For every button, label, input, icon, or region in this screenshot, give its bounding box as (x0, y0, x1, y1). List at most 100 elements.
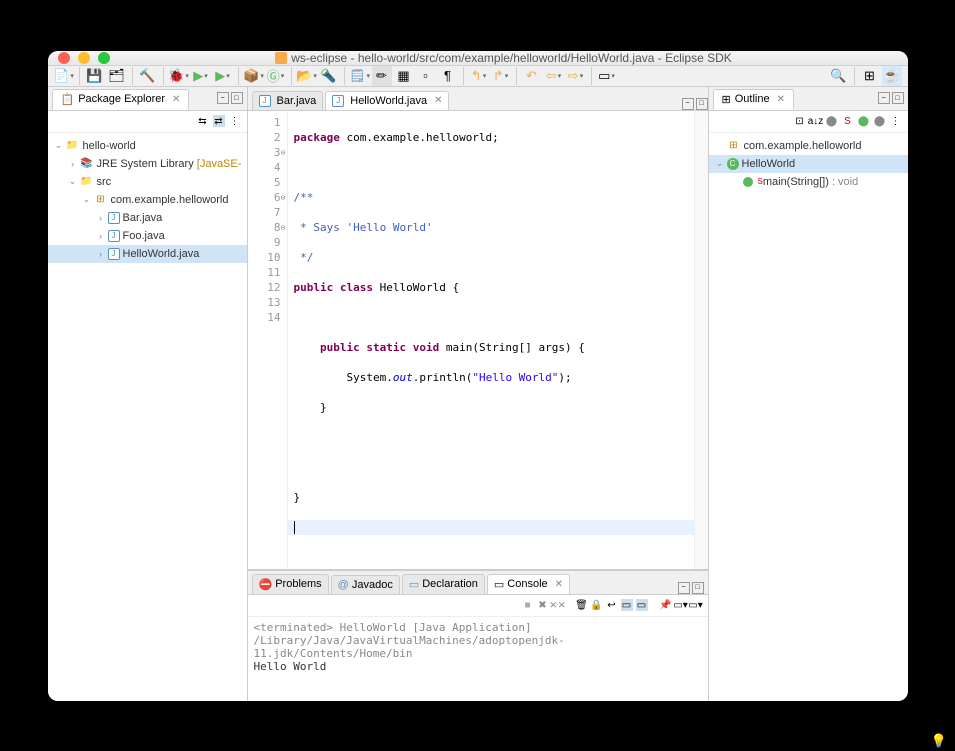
hide-fields-button[interactable]: ⬤ (826, 115, 838, 127)
quick-access-button[interactable]: 🔍 (829, 66, 849, 86)
toggle-block-button[interactable]: ▦ (394, 66, 414, 86)
view-menu-button[interactable]: ⋮ (229, 115, 241, 127)
file-foo-node[interactable]: ›JFoo.java (48, 227, 247, 245)
search-button[interactable]: 🔦 (319, 66, 339, 86)
window-title-text: ws-eclipse - hello-world/src/com/example… (291, 51, 732, 65)
outline-class-node[interactable]: ⌄CHelloWorld (709, 155, 908, 173)
pin-console-button[interactable]: 📌 (660, 599, 672, 611)
outline-title: Outline (735, 93, 770, 105)
show-whitespace-button[interactable]: ▫ (416, 66, 436, 86)
code-content[interactable]: package com.example.helloworld; /** * Sa… (288, 111, 694, 569)
close-icon[interactable]: ✕ (172, 94, 180, 105)
back-button[interactable]: ⇦ (544, 66, 564, 86)
editor-tab-bar[interactable]: JBar.java (252, 91, 324, 110)
zoom-window-button[interactable] (98, 52, 110, 64)
last-edit-button[interactable]: ↶ (522, 66, 542, 86)
clear-console-button[interactable]: 🗑 (576, 599, 588, 611)
link-editor-button[interactable]: ⇄ (213, 115, 225, 127)
outline-icon: ⊞ (722, 93, 731, 106)
file-bar-node[interactable]: ›JBar.java (48, 209, 247, 227)
fold-icon[interactable]: ⊖ (281, 190, 286, 205)
line-gutter[interactable]: 12 3⊖ 45 6⊖ 7 8⊖ 91011121314 (248, 111, 288, 569)
annotation-next-button[interactable]: ↱ (491, 66, 511, 86)
show-on-err-button[interactable]: ▭ (636, 599, 648, 611)
eclipse-window: ws-eclipse - hello-world/src/com/example… (48, 51, 908, 701)
forward-button[interactable]: ⇨ (566, 66, 586, 86)
open-perspective-button[interactable]: ⊞ (860, 66, 880, 86)
maximize-editor-button[interactable]: □ (696, 98, 708, 110)
debug-button[interactable]: 🐞 (169, 66, 189, 86)
jre-node[interactable]: ›📚JRE System Library [JavaSE- (48, 155, 247, 173)
console-tab[interactable]: ▭Console✕ (487, 574, 570, 594)
close-window-button[interactable] (58, 52, 70, 64)
package-explorer-tree[interactable]: ⌄📁hello-world ›📚JRE System Library [Java… (48, 133, 247, 701)
maximize-bottom-button[interactable]: □ (692, 582, 704, 594)
save-button[interactable]: 💾 (85, 66, 105, 86)
outline-tree[interactable]: ⊞com.example.helloworld ⌄CHelloWorld Sma… (709, 133, 908, 701)
focus-button[interactable]: ⊡ (794, 115, 806, 127)
new-package-button[interactable]: 📦 (244, 66, 264, 86)
package-explorer-title: Package Explorer (78, 93, 165, 105)
minimize-editor-button[interactable]: − (682, 98, 694, 110)
package-explorer-toolbar: ⇆ ⇄ ⋮ (48, 111, 247, 133)
outline-method-label: main(String[]) (763, 176, 829, 188)
project-node[interactable]: ⌄📁hello-world (48, 137, 247, 155)
minimize-bottom-button[interactable]: − (678, 582, 690, 594)
outline-tab[interactable]: ⊞ Outline ✕ (713, 89, 794, 110)
open-task-button[interactable]: 🗒 (350, 66, 370, 86)
declaration-tab[interactable]: ▭Declaration (402, 574, 485, 594)
show-on-out-button[interactable]: ▭ (621, 599, 633, 611)
close-tab-icon[interactable]: ✕ (434, 95, 442, 106)
close-icon[interactable]: ✕ (777, 94, 785, 105)
open-type-button[interactable]: 📂 (297, 66, 317, 86)
fold-icon[interactable]: ⊖ (281, 220, 286, 235)
run-button[interactable]: ▶ (191, 66, 211, 86)
scroll-lock-button[interactable]: 🔒 (591, 599, 603, 611)
hide-nonpublic-button[interactable]: ⬤ (858, 115, 870, 127)
collapse-all-button[interactable]: ⇆ (197, 115, 209, 127)
overview-ruler[interactable] (694, 111, 708, 569)
outline-menu-button[interactable]: ⋮ (890, 115, 902, 127)
code-editor[interactable]: 12 3⊖ 45 6⊖ 7 8⊖ 91011121314 package com… (248, 111, 708, 570)
sort-button[interactable]: a↓z (810, 115, 822, 127)
build-button[interactable]: 🔨 (138, 66, 158, 86)
outline-method-node[interactable]: Smain(String[]) : void (709, 173, 908, 191)
maximize-view-button[interactable]: □ (231, 92, 243, 104)
toggle-mark-button[interactable]: ✏ (372, 66, 392, 86)
console-output[interactable]: <terminated> HelloWorld [Java Applicatio… (248, 617, 708, 701)
outline-package-label: com.example.helloworld (744, 140, 862, 152)
javadoc-label: Javadoc (352, 579, 393, 591)
pin-button[interactable]: ¶ (438, 66, 458, 86)
save-all-button[interactable]: 🗂 (107, 66, 127, 86)
annotation-prev-button[interactable]: ↰ (469, 66, 489, 86)
fold-icon[interactable]: ⊖ (281, 145, 286, 160)
file-helloworld-node[interactable]: ›JHelloWorld.java (48, 245, 247, 263)
new-button[interactable]: 📄 (54, 66, 74, 86)
terminate-button[interactable]: ■ (522, 599, 534, 611)
src-node[interactable]: ⌄📁src (48, 173, 247, 191)
src-label: src (97, 176, 112, 188)
tab-hw-label: HelloWorld.java (350, 95, 427, 107)
hide-local-button[interactable]: ⬤ (874, 115, 886, 127)
new-type-button[interactable]: Ⓖ (266, 66, 286, 86)
package-node[interactable]: ⌄⊞com.example.helloworld (48, 191, 247, 209)
perspective-button[interactable]: ▭ (597, 66, 617, 86)
close-tab-icon[interactable]: ✕ (555, 579, 563, 590)
remove-launch-button[interactable]: ✖ (537, 599, 549, 611)
java-perspective-button[interactable]: ☕ (882, 66, 902, 86)
open-console-button[interactable]: ▭▾ (690, 599, 702, 611)
minimize-view-button[interactable]: − (217, 92, 229, 104)
minimize-window-button[interactable] (78, 52, 90, 64)
outline-package-node[interactable]: ⊞com.example.helloworld (709, 137, 908, 155)
hide-static-button[interactable]: S (842, 115, 854, 127)
coverage-button[interactable]: ▶ (213, 66, 233, 86)
word-wrap-button[interactable]: ↩ (606, 599, 618, 611)
editor-tab-helloworld[interactable]: JHelloWorld.java✕ (325, 91, 449, 110)
package-explorer-tab[interactable]: 📋 Package Explorer ✕ (52, 89, 190, 110)
maximize-outline-button[interactable]: □ (892, 92, 904, 104)
remove-all-button[interactable]: ⨯⨯ (552, 599, 564, 611)
minimize-outline-button[interactable]: − (878, 92, 890, 104)
display-console-button[interactable]: ▭▾ (675, 599, 687, 611)
problems-tab[interactable]: ⛔Problems (252, 574, 329, 594)
javadoc-tab[interactable]: @Javadoc (331, 575, 400, 594)
